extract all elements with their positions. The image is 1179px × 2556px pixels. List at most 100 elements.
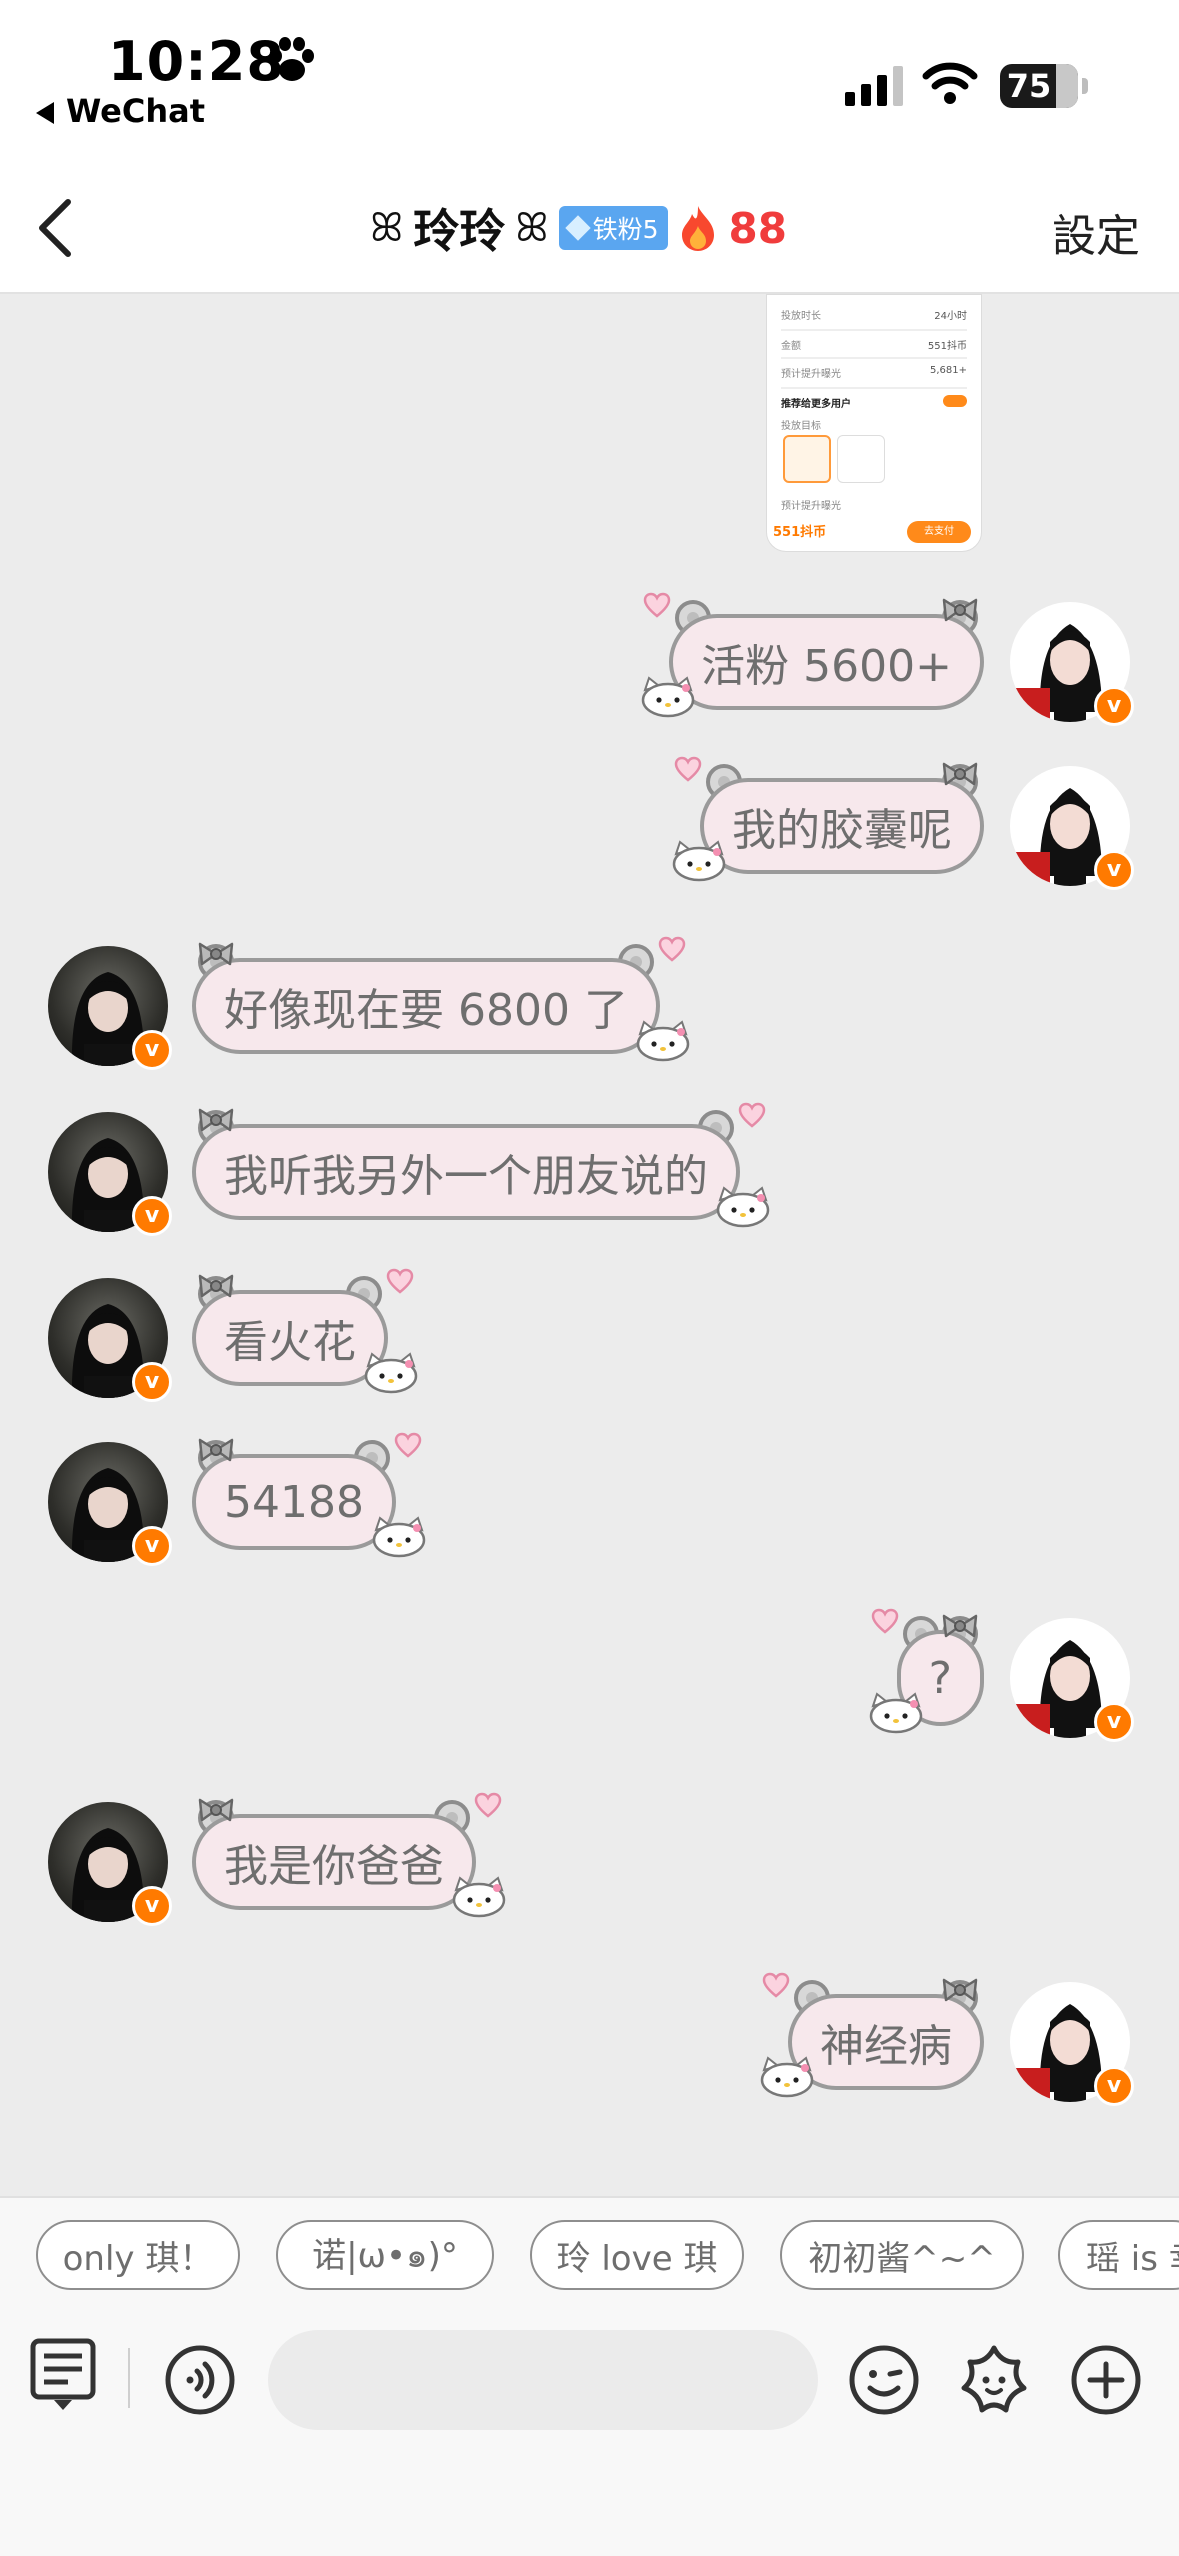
verified-badge-icon: v	[132, 1526, 172, 1566]
kitty-decoration-icon	[758, 2056, 816, 2098]
quick-reply-chip[interactable]: 初初酱^~^	[780, 2220, 1024, 2290]
fan-level-label: 铁粉5	[592, 215, 659, 244]
status-time: 10:28	[108, 30, 285, 93]
bow-decoration-icon	[196, 1796, 236, 1824]
bow-decoration-icon	[940, 1612, 980, 1640]
received-message[interactable]: 我是你爸爸	[192, 1792, 506, 1918]
battery-icon: 75	[1000, 64, 1078, 108]
my-avatar[interactable]: v	[1010, 602, 1134, 726]
quick-reply-chip[interactable]: only 琪！	[36, 2220, 240, 2290]
shot-row-label: 金额	[781, 341, 801, 352]
contact-avatar[interactable]: v	[48, 1278, 172, 1402]
voice-icon[interactable]	[164, 2344, 236, 2416]
verified-badge-icon: v	[1094, 686, 1134, 726]
menu-list-icon[interactable]	[30, 2338, 96, 2412]
my-avatar[interactable]: v	[1010, 1982, 1134, 2106]
emoji-icon[interactable]	[848, 2344, 920, 2416]
flame-icon	[682, 206, 715, 251]
shared-screenshot-image[interactable]: 投放时长 24小时 金额 551抖币 预计提升曝光 5,681+ 推荐给更多用户…	[766, 294, 982, 552]
shot-price: 551抖币	[773, 525, 827, 540]
bow-decoration-icon	[196, 1272, 236, 1300]
chat-title-group: ꕤ 玲玲 ꕤ 铁粉5 88	[370, 196, 787, 260]
bow-decoration-icon	[940, 1976, 980, 2004]
heart-decoration-icon	[386, 1268, 414, 1294]
heart-decoration-icon	[394, 1432, 422, 1458]
diamond-icon	[564, 215, 591, 241]
title-decoration-left: ꕤ	[370, 205, 404, 251]
wifi-icon	[922, 62, 978, 104]
contact-avatar[interactable]: v	[48, 1802, 172, 1926]
heart-decoration-icon	[762, 1972, 790, 1998]
quick-reply-chip[interactable]: 诺|ω•๑)°	[276, 2220, 494, 2290]
contact-avatar[interactable]: v	[48, 1442, 172, 1566]
paw-icon	[270, 37, 314, 81]
received-message[interactable]: 54188	[192, 1432, 426, 1558]
settings-button[interactable]: 設定	[1052, 200, 1140, 264]
received-message[interactable]: 好像现在要 6800 了	[192, 936, 690, 1062]
input-bar	[0, 2308, 1179, 2556]
heart-decoration-icon	[643, 592, 671, 618]
contact-avatar[interactable]: v	[48, 1112, 172, 1236]
received-message[interactable]: 看火花	[192, 1268, 418, 1394]
shot-row-label: 投放目标	[781, 421, 821, 432]
bow-decoration-icon	[196, 1436, 236, 1464]
plus-icon[interactable]	[1070, 2344, 1142, 2416]
heart-decoration-icon	[871, 1608, 899, 1634]
bow-decoration-icon	[196, 940, 236, 968]
heart-decoration-icon	[738, 1102, 766, 1128]
heart-decoration-icon	[658, 936, 686, 962]
sticker-icon[interactable]	[956, 2342, 1032, 2418]
verified-badge-icon: v	[1094, 2066, 1134, 2106]
sent-message[interactable]: 我的胶囊呢	[672, 756, 984, 882]
back-arrow-icon[interactable]	[32, 196, 76, 260]
bow-decoration-icon	[940, 596, 980, 624]
shot-row-label: 推荐给更多用户	[781, 399, 851, 410]
verified-badge-icon: v	[132, 1196, 172, 1236]
kitty-decoration-icon	[639, 676, 697, 718]
fan-level-badge: 铁粉5	[558, 206, 669, 250]
spark-count: 88	[728, 203, 787, 253]
shot-row-value: 5,681+	[929, 365, 967, 376]
message-input[interactable]	[268, 2330, 818, 2430]
message-text: 看火花	[192, 1290, 388, 1386]
verified-badge-icon: v	[132, 1030, 172, 1070]
quick-reply-chip[interactable]: 玲 love 琪	[530, 2220, 744, 2290]
shot-row-label: 预计提升曝光	[781, 369, 841, 380]
contact-avatar[interactable]: v	[48, 946, 172, 1070]
sent-message[interactable]: ?	[869, 1608, 984, 1734]
message-text: 我听我另外一个朋友说的	[192, 1124, 740, 1220]
verified-badge-icon: v	[132, 1886, 172, 1926]
shot-option-card	[837, 435, 885, 483]
received-message[interactable]: 我听我另外一个朋友说的	[192, 1102, 770, 1228]
kitty-decoration-icon	[714, 1186, 772, 1228]
kitty-decoration-icon	[362, 1352, 420, 1394]
title-decoration-right: ꕤ	[515, 205, 549, 251]
sent-message[interactable]: 神经病	[760, 1972, 984, 2098]
quick-reply-chip[interactable]: 瑶 is 幸	[1058, 2220, 1179, 2290]
battery-level: 75	[1006, 67, 1052, 105]
kitty-decoration-icon	[370, 1516, 428, 1558]
quick-reply-bar: only 琪！ 诺|ω•๑)° 玲 love 琪 初初酱^~^ 瑶 is 幸	[0, 2196, 1179, 2308]
shot-row-label: 投放时长	[781, 311, 821, 322]
shot-toggle	[943, 395, 967, 407]
verified-badge-icon: v	[1094, 1702, 1134, 1742]
back-to-app-link[interactable]: WeChat	[36, 92, 205, 130]
signal-icon	[845, 66, 903, 106]
shot-pay-button: 去支付	[907, 521, 971, 543]
sent-message[interactable]: 活粉 5600+	[641, 592, 984, 718]
back-app-label: WeChat	[66, 92, 206, 130]
verified-badge-icon: v	[1094, 850, 1134, 890]
kitty-decoration-icon	[634, 1020, 692, 1062]
message-text: 活粉 5600+	[669, 614, 984, 710]
message-text: 好像现在要 6800 了	[192, 958, 660, 1054]
message-text: 神经病	[788, 1994, 984, 2090]
top-bar: 10:28 WeChat 75 ꕤ 玲玲 ꕤ 铁粉5 88 設定	[0, 0, 1179, 294]
bow-decoration-icon	[196, 1106, 236, 1134]
my-avatar[interactable]: v	[1010, 766, 1134, 890]
heart-decoration-icon	[674, 756, 702, 782]
bow-decoration-icon	[940, 760, 980, 788]
kitty-decoration-icon	[450, 1876, 508, 1918]
chat-title: 玲玲	[413, 204, 506, 258]
message-text: 我是你爸爸	[192, 1814, 476, 1910]
my-avatar[interactable]: v	[1010, 1618, 1134, 1742]
